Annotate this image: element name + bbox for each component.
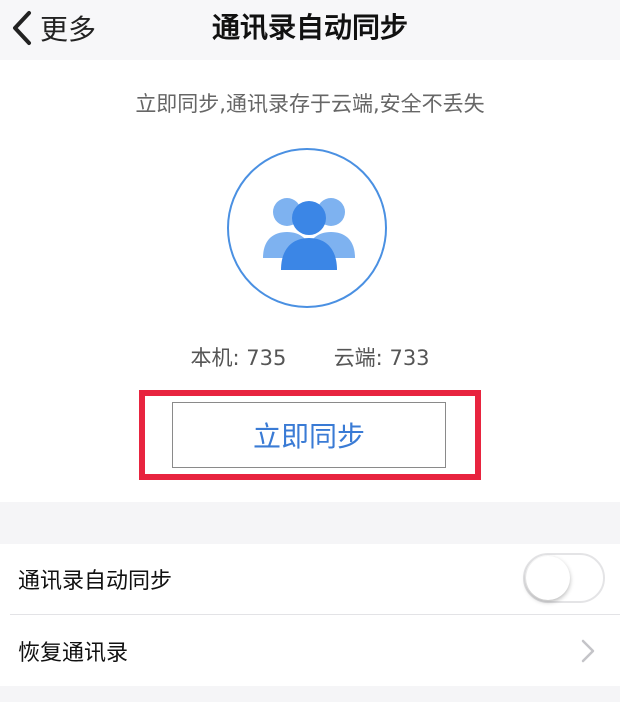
sync-now-button[interactable]: 立即同步 <box>172 402 446 468</box>
sync-panel: 立即同步,通讯录存于云端,安全不丢失 本机: 735 云端: 733 立即同步 <box>0 60 620 502</box>
restore-contacts-row[interactable]: 恢复通讯录 <box>0 616 620 686</box>
page-title: 通讯录自动同步 <box>211 11 408 44</box>
settings-list: 通讯录自动同步 恢复通讯录 <box>0 544 620 686</box>
contact-counts: 本机: 735 云端: 733 <box>0 342 620 372</box>
auto-sync-toggle[interactable] <box>523 553 605 603</box>
cloud-count-value: 733 <box>389 346 430 370</box>
contacts-avatar <box>227 148 387 308</box>
auto-sync-label: 通讯录自动同步 <box>18 569 173 594</box>
local-count-label: 本机: <box>190 346 240 370</box>
row-divider <box>10 614 620 615</box>
restore-contacts-label: 恢复通讯录 <box>18 641 129 666</box>
navigation-bar: 更多 通讯录自动同步 <box>0 0 620 60</box>
sync-tagline: 立即同步,通讯录存于云端,安全不丢失 <box>135 92 485 116</box>
auto-sync-row[interactable]: 通讯录自动同步 <box>0 544 620 615</box>
cloud-count-label: 云端: <box>333 346 383 370</box>
contacts-group-icon <box>263 198 355 270</box>
chevron-right-icon <box>581 639 595 663</box>
toggle-knob <box>526 556 570 600</box>
local-count-value: 735 <box>246 346 287 370</box>
